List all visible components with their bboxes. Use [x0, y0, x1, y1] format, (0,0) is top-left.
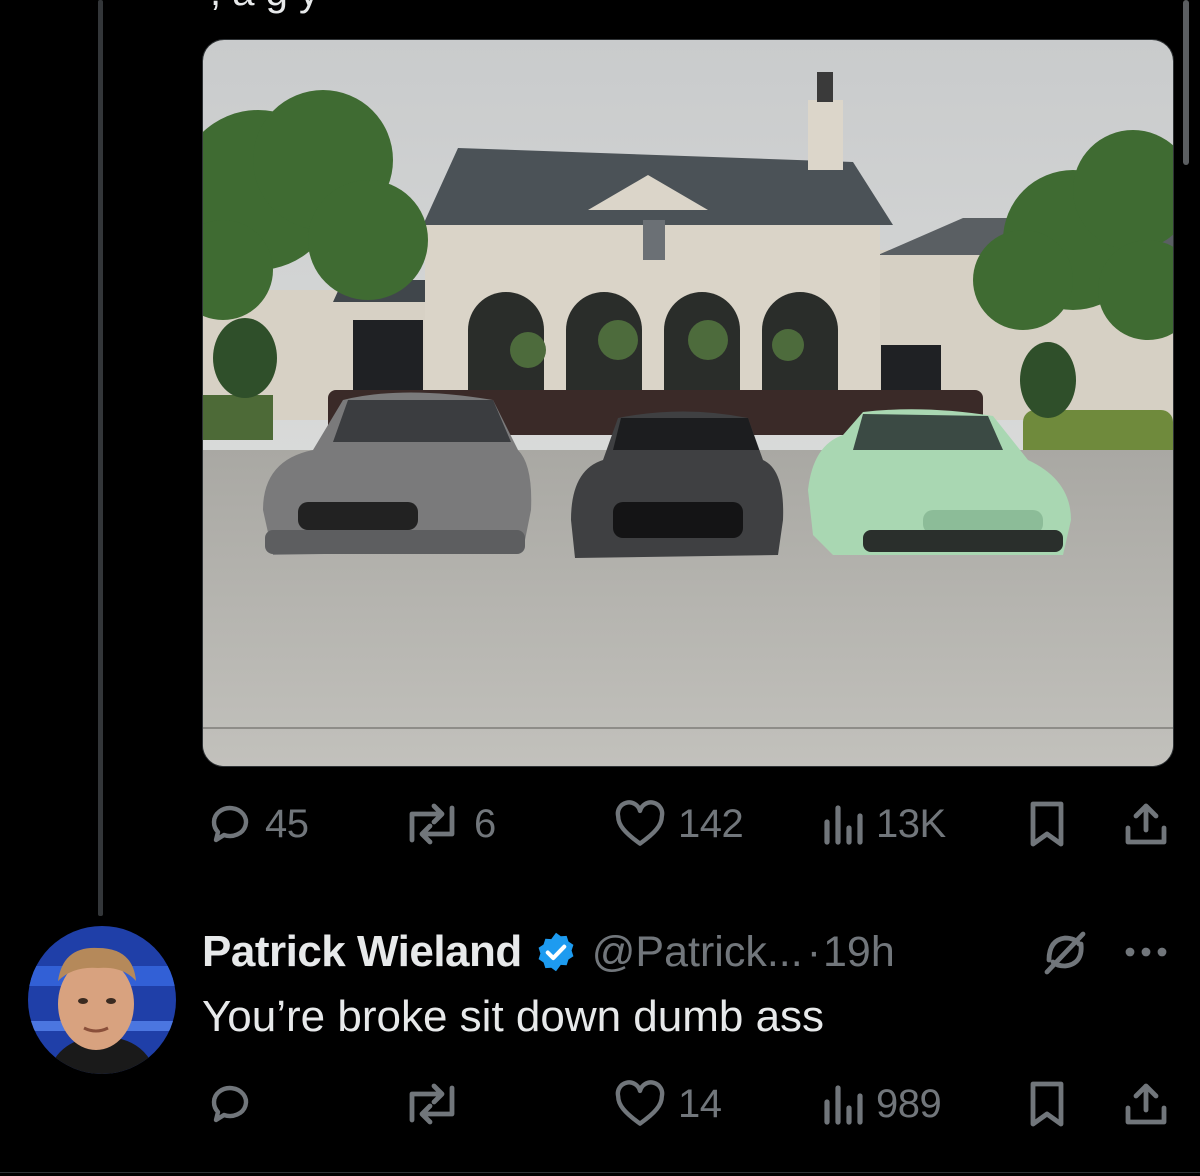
- scrollbar[interactable]: [1183, 0, 1189, 165]
- repost-icon: [409, 1083, 455, 1125]
- like-icon: [615, 1080, 665, 1126]
- reply-count: 45: [265, 801, 309, 846]
- views-count: 13K: [876, 801, 946, 846]
- reply-text: You’re broke sit down dumb ass: [202, 992, 825, 1041]
- like-count: 14: [678, 1081, 722, 1126]
- bookmark-button[interactable]: [1025, 800, 1069, 848]
- bookmark-icon: [1030, 1081, 1064, 1127]
- reply-icon: [211, 1085, 249, 1123]
- reply-header: Patrick Wieland @Patrick... · 19h: [202, 924, 895, 980]
- post-media-image[interactable]: [202, 39, 1174, 767]
- reply-author-name[interactable]: Patrick Wieland: [202, 927, 522, 977]
- reply-button[interactable]: 45: [205, 800, 309, 848]
- share-icon: [1125, 803, 1167, 845]
- more-icon[interactable]: [1122, 938, 1170, 966]
- like-icon: [615, 800, 665, 846]
- post-text-partial: , a g y: [210, 0, 319, 15]
- reply-like-button[interactable]: 14: [612, 1080, 722, 1128]
- thread-connector-line: [98, 0, 103, 916]
- reply-icon: [211, 805, 249, 843]
- reply-author-handle[interactable]: @Patrick...: [592, 928, 803, 977]
- repost-icon: [409, 803, 455, 845]
- verified-badge-icon: [538, 932, 574, 972]
- separator-dot: ·: [806, 927, 822, 976]
- avatar[interactable]: [28, 926, 176, 1074]
- reply-views-button[interactable]: 989: [820, 1080, 942, 1128]
- bookmark-icon: [1030, 801, 1064, 847]
- reply-reply-button[interactable]: [205, 1080, 265, 1128]
- share-icon: [1125, 1083, 1167, 1125]
- reply-bookmark-button[interactable]: [1025, 1080, 1069, 1128]
- like-count: 142: [678, 801, 744, 846]
- grok-icon[interactable]: [1040, 928, 1090, 976]
- views-icon: [824, 805, 863, 845]
- views-icon: [824, 1085, 863, 1125]
- divider: [0, 1172, 1200, 1173]
- views-button[interactable]: 13K: [820, 800, 946, 848]
- like-button[interactable]: 142: [612, 800, 744, 848]
- share-button[interactable]: [1122, 800, 1170, 848]
- reply-timestamp[interactable]: 19h: [823, 928, 895, 977]
- repost-button[interactable]: 6: [400, 800, 496, 848]
- repost-count: 6: [474, 801, 496, 846]
- reply-repost-button[interactable]: [400, 1080, 474, 1128]
- reply-share-button[interactable]: [1122, 1080, 1170, 1128]
- views-count: 989: [876, 1081, 942, 1126]
